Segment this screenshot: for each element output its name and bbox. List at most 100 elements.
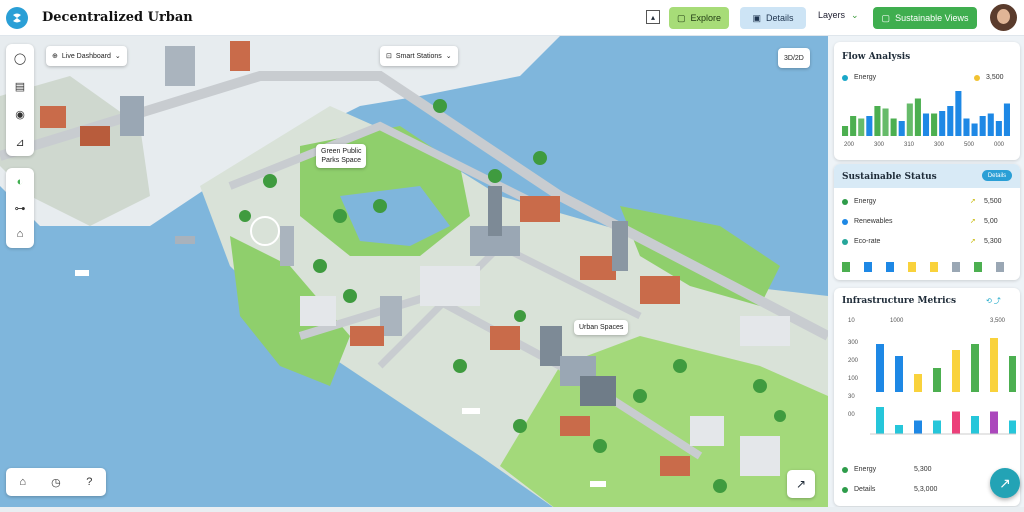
axis-left-label: 00 xyxy=(848,412,855,418)
view-mode-toggle[interactable]: 3D/2D xyxy=(778,48,810,68)
infra-row[interactable]: Energy xyxy=(842,466,876,473)
app-logo-icon[interactable] xyxy=(6,7,28,29)
status-row[interactable]: Renewables xyxy=(842,218,893,225)
infra-bar-bottom xyxy=(933,420,941,434)
flow-bar xyxy=(842,126,849,136)
select-tool-icon[interactable]: ◯ xyxy=(10,48,30,68)
infra-row[interactable]: Details xyxy=(842,486,875,493)
flow-bar xyxy=(850,116,857,136)
building-filter-icon[interactable]: ⌂ xyxy=(10,224,30,244)
flow-bar xyxy=(898,121,905,136)
grid-icon: ▣ xyxy=(752,12,761,23)
infra-value: 5,300 xyxy=(914,466,932,473)
location-tool-icon[interactable]: ◉ xyxy=(10,104,30,124)
details-button[interactable]: ▣ Details xyxy=(740,7,806,29)
flow-bar xyxy=(858,118,865,136)
station-icon: ⊡ xyxy=(386,53,392,60)
bottom-strip xyxy=(0,507,1024,512)
legend-item: Energy xyxy=(842,74,876,81)
status-mini-bar xyxy=(864,262,872,272)
status-label: Energy xyxy=(854,198,877,205)
status-label: Eco-rate xyxy=(854,238,881,245)
chevron-down-icon: ⌄ xyxy=(445,53,452,60)
live-dashboard-chip[interactable]: ⊕ Live Dashboard ⌄ xyxy=(46,46,127,66)
flow-tick-label: 500 xyxy=(964,142,975,148)
flow-tick-label: 310 xyxy=(904,142,915,148)
app-title: Decentralized Urban xyxy=(42,10,193,25)
flow-tick-label: 200 xyxy=(844,142,855,148)
infra-bar-top xyxy=(990,338,998,392)
axis-left-label: 200 xyxy=(848,358,859,364)
map-pin-label-parks[interactable]: Green Public Parks Space xyxy=(316,144,367,168)
side-panel: Flow Analysis Energy 3,500 200 300 310 300 5… xyxy=(828,36,1024,512)
flow-bar xyxy=(955,91,962,136)
smart-stations-chip[interactable]: ⊡ Smart Stations ⌄ xyxy=(380,46,458,66)
measure-tool-icon[interactable]: ⊿ xyxy=(10,132,30,152)
sustainable-status-card: Sustainable Status Details Energy 5,500 ➚ R… xyxy=(834,164,1020,280)
expand-fab-button[interactable]: ↗ xyxy=(990,468,1020,498)
chevron-down-icon: ⌄ xyxy=(114,53,121,60)
infra-value: 5,3,000 xyxy=(914,486,938,493)
infra-label: Energy xyxy=(854,466,877,473)
status-row[interactable]: Energy xyxy=(842,198,876,205)
axis-left-label: 100 xyxy=(848,376,859,382)
city-map[interactable]: ⊕ Live Dashboard ⌄ ⊡ Smart Stations ⌄ 3D… xyxy=(0,36,828,512)
leaf-icon: ▢ xyxy=(676,12,686,23)
map-illustration xyxy=(0,36,828,512)
axis-top-label: 10 xyxy=(848,318,855,324)
axis-top-label: 1000 xyxy=(890,318,904,324)
flow-bar xyxy=(987,113,994,136)
infra-bar-bottom xyxy=(1009,420,1016,434)
flow-bar xyxy=(922,113,930,136)
map-pin-label-urban[interactable]: Urban Spaces xyxy=(574,320,629,335)
infra-bar-top xyxy=(971,344,979,392)
infra-dot xyxy=(842,486,848,493)
flow-bar xyxy=(906,103,913,136)
transport-filter-icon[interactable]: ⊶ xyxy=(10,198,30,218)
infra-bar-top xyxy=(914,374,922,392)
layers-tool-icon[interactable]: ▤ xyxy=(10,76,30,96)
legend-dot-alt xyxy=(974,75,980,81)
map-tools-top: ◯ ▤ ◉ ⊿ xyxy=(6,44,34,156)
expand-icon[interactable]: ▴ xyxy=(646,10,660,24)
history-icon[interactable]: ◷ xyxy=(46,472,66,492)
axis-top-label: 3,500 xyxy=(990,318,1006,324)
flow-bar xyxy=(890,118,897,136)
sustainable-status-title: Sustainable Status xyxy=(842,172,937,182)
infra-bar-bottom xyxy=(895,425,903,434)
compass-icon[interactable]: ↗ xyxy=(787,470,815,498)
user-avatar[interactable] xyxy=(990,4,1017,31)
layers-dropdown[interactable]: Layers ⌄ xyxy=(818,10,859,21)
flow-bar xyxy=(1003,103,1010,136)
lock-icon: ▢ xyxy=(881,12,891,23)
help-icon[interactable]: ? xyxy=(79,472,99,492)
pin-icon: ⊕ xyxy=(52,53,58,60)
flow-analysis-title: Flow Analysis xyxy=(842,52,911,62)
status-mini-bar xyxy=(886,262,894,272)
status-row[interactable]: Eco-rate xyxy=(842,238,880,245)
infrastructure-title: Infrastructure Metrics xyxy=(842,296,957,306)
sustainable-views-button[interactable]: ▢ Sustainable Views xyxy=(873,7,977,29)
home-view-icon[interactable]: ⌂ xyxy=(13,472,33,492)
eco-filter-icon[interactable]: ◐ xyxy=(10,172,30,192)
trend-icon: ➚ xyxy=(970,218,976,225)
infra-bar-bottom xyxy=(952,411,960,434)
infrastructure-bar-chart: 10 1000 3,500 300 200 100 30 00 xyxy=(848,318,1016,435)
share-icon[interactable]: ⟲ ⤴ xyxy=(986,296,1001,306)
status-mini-bar xyxy=(996,262,1004,272)
status-value: 5,500 xyxy=(984,198,1002,205)
chevron-down-icon: ⌄ xyxy=(851,10,859,20)
map-controls-bottom: ⌂ ◷ ? xyxy=(6,468,106,496)
explore-button[interactable]: ▢ Explore xyxy=(669,7,729,29)
status-dot xyxy=(842,198,848,205)
map-tools-bottom: ◐ ⊶ ⌂ xyxy=(6,168,34,248)
flow-tick-label: 000 xyxy=(994,142,1005,148)
flow-bar xyxy=(931,113,938,136)
trend-icon: ➚ xyxy=(970,198,976,205)
status-dot xyxy=(842,238,848,245)
details-pill-button[interactable]: Details xyxy=(982,170,1012,181)
infra-bar-top xyxy=(895,356,903,392)
flow-bar xyxy=(914,98,921,136)
flow-bar xyxy=(866,116,873,136)
axis-left-label: 30 xyxy=(848,394,855,400)
